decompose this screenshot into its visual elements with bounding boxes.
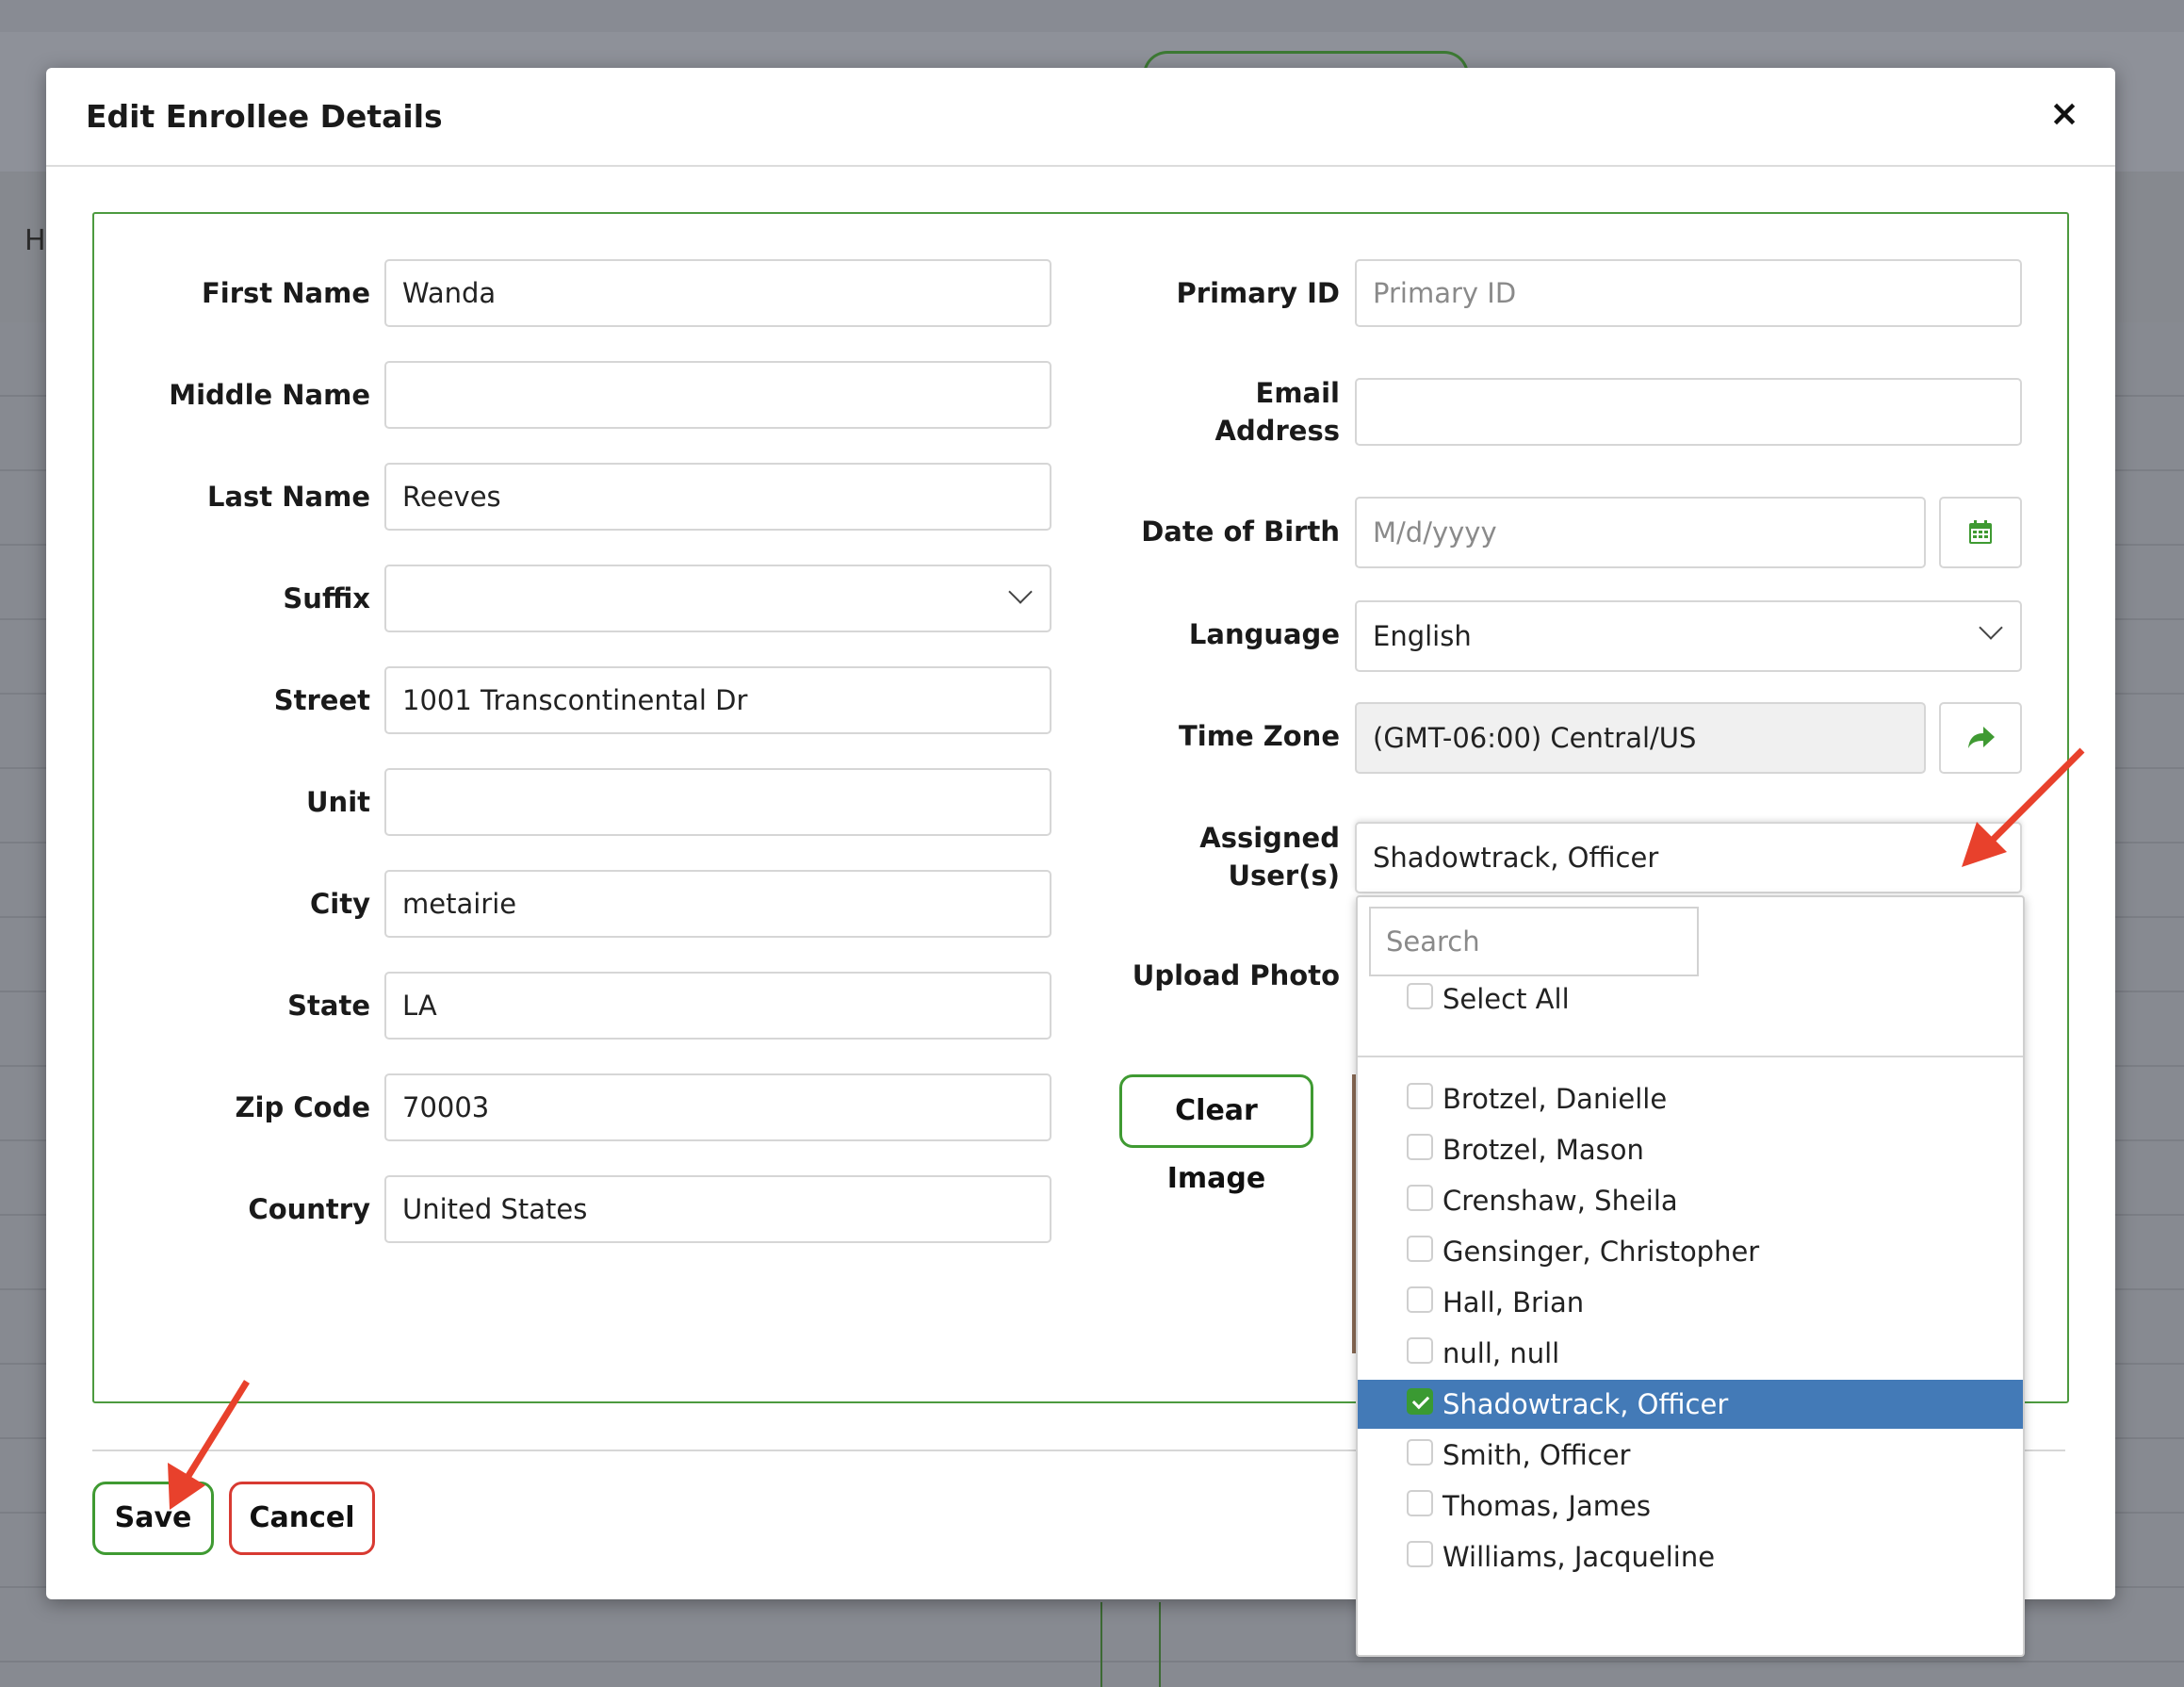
- user-option[interactable]: Gensinger, Christopher: [1358, 1227, 2023, 1276]
- clear-image-button[interactable]: Clear Image: [1119, 1074, 1313, 1195]
- user-option[interactable]: null, null: [1358, 1329, 2023, 1378]
- background-column-line: [1159, 1602, 1161, 1687]
- primary-id-label: Primary ID: [1176, 277, 1340, 309]
- city-input[interactable]: metairie: [384, 870, 1051, 938]
- checkbox[interactable]: [1407, 1185, 1433, 1211]
- user-option[interactable]: Williams, Jacqueline: [1358, 1532, 2023, 1581]
- country-label: Country: [248, 1193, 370, 1225]
- checkbox[interactable]: [1407, 1286, 1433, 1313]
- user-option[interactable]: Shadowtrack, Officer: [1358, 1380, 2023, 1429]
- assigned-users-value: Shadowtrack, Officer: [1373, 842, 1659, 874]
- unit-label: Unit: [306, 786, 370, 818]
- modal-header: Edit Enrollee Details ×: [46, 68, 2115, 167]
- edit-enrollee-modal: Edit Enrollee Details × First Name Middl…: [46, 68, 2115, 1657]
- upload-photo-label: Upload Photo: [1132, 959, 1340, 991]
- option-label: Select All: [1442, 983, 1570, 1015]
- language-label: Language: [1188, 618, 1340, 650]
- dob-input[interactable]: M/d/yyyy: [1355, 497, 1926, 568]
- checkbox[interactable]: [1407, 983, 1433, 1009]
- option-label: Crenshaw, Sheila: [1442, 1185, 1678, 1217]
- calendar-icon: [1969, 520, 1992, 544]
- zip-code-input[interactable]: 70003: [384, 1073, 1051, 1141]
- checkbox[interactable]: [1407, 1337, 1433, 1364]
- email-label-line2: Address: [1214, 415, 1340, 447]
- last-name-input[interactable]: Reeves: [384, 463, 1051, 531]
- user-option[interactable]: Brotzel, Mason: [1358, 1125, 2023, 1174]
- middle-name-label: Middle Name: [169, 379, 370, 411]
- checkbox[interactable]: [1407, 1134, 1433, 1160]
- unit-input[interactable]: [384, 768, 1051, 836]
- option-label: Brotzel, Danielle: [1442, 1083, 1668, 1115]
- street-input[interactable]: 1001 Transcontinental Dr: [384, 666, 1051, 734]
- state-label: State: [287, 990, 370, 1022]
- background-column-line: [1100, 1602, 1102, 1687]
- checkbox[interactable]: [1407, 1236, 1433, 1262]
- email-input[interactable]: [1355, 378, 2022, 446]
- user-option[interactable]: Crenshaw, Sheila: [1358, 1176, 2023, 1225]
- save-button[interactable]: Save: [92, 1482, 214, 1555]
- modal-title: Edit Enrollee Details: [86, 98, 443, 135]
- checkbox[interactable]: [1407, 1541, 1433, 1567]
- background-nav-text: H: [24, 224, 46, 257]
- option-label: Smith, Officer: [1442, 1439, 1631, 1471]
- user-option[interactable]: Thomas, James: [1358, 1482, 2023, 1531]
- zip-code-label: Zip Code: [235, 1091, 370, 1123]
- country-input[interactable]: United States: [384, 1175, 1051, 1243]
- dropdown-separator: [1358, 1056, 2023, 1057]
- assigned-users-label-line2: User(s): [1228, 860, 1340, 892]
- checkbox[interactable]: [1407, 1439, 1433, 1466]
- share-arrow-icon: [1968, 727, 1995, 748]
- option-label: Brotzel, Mason: [1442, 1134, 1644, 1166]
- select-all-option[interactable]: Select All: [1358, 975, 2023, 1024]
- chevron-down-icon: [1008, 580, 1033, 604]
- dob-label: Date of Birth: [1141, 516, 1340, 548]
- close-button[interactable]: ×: [2049, 92, 2079, 134]
- checkbox[interactable]: [1407, 1490, 1433, 1516]
- suffix-label: Suffix: [283, 582, 370, 614]
- assigned-users-select[interactable]: Shadowtrack, Officer: [1355, 822, 2022, 893]
- option-label: Thomas, James: [1442, 1490, 1651, 1522]
- assigned-users-label-line1: Assigned: [1199, 822, 1340, 854]
- checkbox[interactable]: [1407, 1083, 1433, 1109]
- option-label: Hall, Brian: [1442, 1286, 1585, 1318]
- dropdown-search-input[interactable]: Search: [1369, 907, 1699, 976]
- assigned-users-dropdown: Search Select All Brotzel, Danielle Brotz…: [1356, 895, 2025, 1657]
- time-zone-field: (GMT-06:00) Central/US: [1355, 702, 1926, 774]
- email-label-line1: Email: [1255, 377, 1340, 409]
- language-select[interactable]: English: [1355, 600, 2022, 672]
- first-name-label: First Name: [202, 277, 370, 309]
- first-name-input[interactable]: Wanda: [384, 259, 1051, 327]
- city-label: City: [310, 888, 370, 920]
- option-label: Shadowtrack, Officer: [1442, 1388, 1729, 1420]
- option-label: Gensinger, Christopher: [1442, 1236, 1760, 1268]
- checkbox-checked[interactable]: [1407, 1388, 1433, 1415]
- option-label: null, null: [1442, 1337, 1560, 1369]
- user-option[interactable]: Hall, Brian: [1358, 1278, 2023, 1327]
- street-label: Street: [273, 684, 370, 716]
- time-zone-label: Time Zone: [1179, 720, 1340, 752]
- user-option[interactable]: Brotzel, Danielle: [1358, 1074, 2023, 1123]
- time-zone-button[interactable]: [1939, 702, 2022, 774]
- state-input[interactable]: LA: [384, 972, 1051, 1040]
- cancel-button[interactable]: Cancel: [229, 1482, 375, 1555]
- calendar-button[interactable]: [1939, 497, 2022, 568]
- middle-name-input[interactable]: [384, 361, 1051, 429]
- last-name-label: Last Name: [207, 481, 370, 513]
- option-label: Williams, Jacqueline: [1442, 1541, 1716, 1573]
- user-option[interactable]: Smith, Officer: [1358, 1431, 2023, 1480]
- language-value: English: [1373, 620, 1472, 652]
- chevron-down-icon: [1979, 615, 2003, 640]
- suffix-select[interactable]: [384, 565, 1051, 632]
- primary-id-input[interactable]: Primary ID: [1355, 259, 2022, 327]
